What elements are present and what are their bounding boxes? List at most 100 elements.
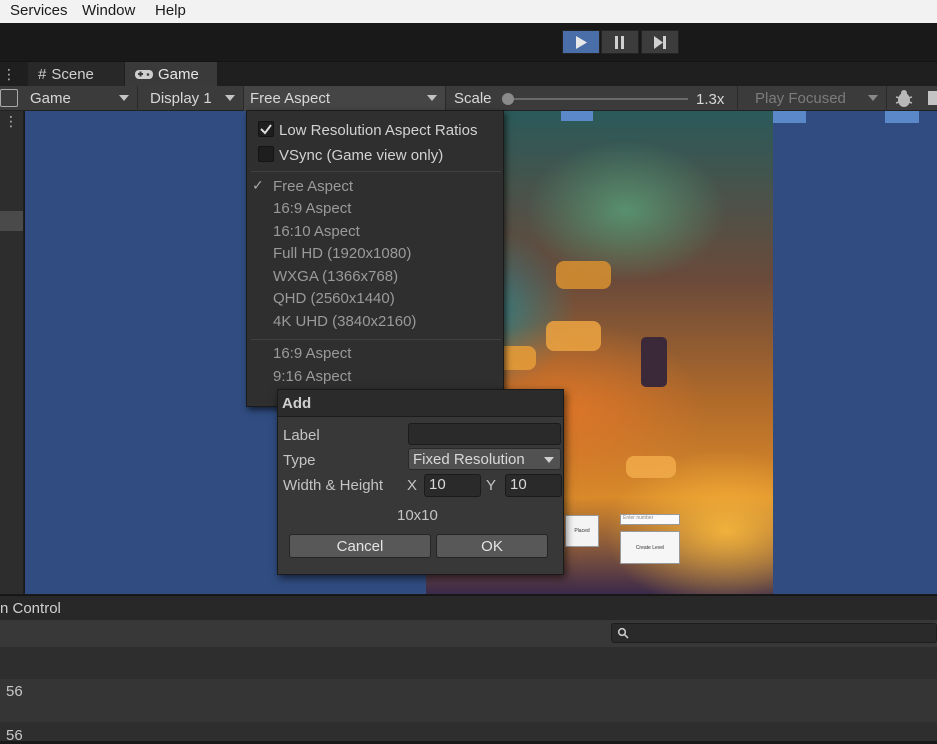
play-toolbar (0, 23, 937, 61)
low-res-checkbox[interactable] (258, 121, 274, 137)
ok-button[interactable]: OK (436, 534, 548, 558)
low-res-label[interactable]: Low Resolution Aspect Ratios (279, 122, 477, 139)
menu-item-wxga[interactable]: WXGA (1366x768) (273, 268, 398, 285)
label-input[interactable] (408, 423, 561, 445)
display-label: Display 1 (150, 90, 212, 107)
menu-services[interactable]: Services (10, 2, 68, 19)
menu-item-4k-uhd[interactable]: 4K UHD (3840x2160) (273, 313, 416, 330)
dialog-title: Add (278, 390, 563, 417)
create-level-button[interactable]: Create Level (620, 531, 680, 564)
menu-item-custom-9-16[interactable]: 9:16 Aspect (273, 368, 351, 385)
chevron-down-icon (225, 95, 235, 101)
menu-item-full-hd[interactable]: Full HD (1920x1080) (273, 245, 411, 262)
search-icon (617, 627, 629, 639)
bottom-panel-tab[interactable]: n Control (0, 600, 61, 617)
checkmark-icon (260, 124, 272, 135)
search-input[interactable] (611, 623, 937, 643)
menu-item-qhd[interactable]: QHD (2560x1440) (273, 290, 395, 307)
type-dropdown[interactable]: Fixed Resolution (408, 448, 561, 470)
ui-tab (772, 111, 806, 123)
cancel-button[interactable]: Cancel (289, 534, 431, 558)
kebab-menu-icon[interactable]: ⋮ (2, 66, 16, 82)
chevron-down-icon (544, 457, 554, 463)
width-input[interactable]: 10 (424, 474, 481, 497)
ok-button-label: OK (481, 537, 503, 555)
x-label: X (407, 477, 418, 494)
step-icon (654, 35, 666, 49)
selected-check-icon: ✓ (252, 177, 264, 193)
tab-scene-label: Scene (51, 66, 94, 83)
chevron-down-icon (427, 95, 437, 101)
stone-platform (556, 261, 611, 289)
y-label: Y (486, 477, 497, 494)
aspect-label: Free Aspect (250, 90, 331, 107)
pause-button[interactable] (601, 30, 639, 54)
height-input[interactable]: 10 (505, 474, 562, 497)
menu-item-16-10[interactable]: 16:10 Aspect (273, 223, 360, 240)
play-icon (576, 35, 587, 49)
scale-slider-track[interactable] (508, 98, 688, 100)
vsync-label[interactable]: VSync (Game view only) (279, 147, 443, 164)
menu-item-custom-16-9[interactable]: 16:9 Aspect (273, 345, 351, 362)
list-row (0, 647, 937, 659)
play-focused-label: Play Focused (755, 90, 846, 107)
list-row[interactable]: 56 (0, 722, 937, 744)
character-sprite (641, 337, 667, 387)
window-tab-bar: ⋮ # Scene Game (0, 61, 937, 87)
menu-separator (251, 171, 501, 172)
step-button[interactable] (641, 30, 679, 54)
scale-label: Scale (454, 90, 492, 107)
scale-control: Scale 1.3x (448, 86, 738, 111)
cancel-button-label: Cancel (336, 537, 384, 555)
list-row (0, 659, 937, 679)
chevron-down-icon (868, 95, 878, 101)
resolution-preview: 10x10 (397, 507, 438, 524)
add-resolution-dialog: Add Label Type Fixed Resolution Width & … (277, 389, 564, 575)
ui-tab (885, 111, 919, 123)
bug-icon[interactable] (894, 89, 914, 109)
play-button[interactable] (562, 30, 600, 54)
aspect-menu: Low Resolution Aspect Ratios VSync (Game… (246, 110, 504, 407)
wh-field-label: Width & Height (283, 477, 384, 494)
game-mode-dropdown[interactable]: Game (24, 86, 138, 111)
tab-game[interactable]: Game (125, 62, 217, 87)
scale-value: 1.3x (696, 91, 725, 108)
kebab-menu-icon[interactable]: ⋮ (4, 113, 18, 130)
selection-highlight (0, 211, 23, 231)
ui-tab (561, 111, 593, 121)
create-level-label: Create Level (635, 544, 665, 551)
left-panel-strip: ⋮ (0, 111, 24, 594)
chevron-down-icon (119, 95, 129, 101)
menu-window[interactable]: Window (82, 2, 135, 19)
gamepad-icon (135, 70, 153, 79)
menu-item-free-aspect[interactable]: Free Aspect (273, 178, 353, 195)
bottom-panel-tabbar: n Control (0, 595, 937, 620)
scale-slider-thumb[interactable] (502, 93, 514, 105)
game-mode-label: Game (30, 90, 71, 107)
vsync-checkbox[interactable] (258, 146, 274, 162)
tab-scene[interactable]: # Scene (28, 62, 124, 87)
number-input[interactable]: Enter number (620, 514, 680, 525)
game-view-toolbar: Game Display 1 Free Aspect Scale 1.3x Pl… (0, 86, 937, 111)
row-value: 56 (6, 683, 23, 700)
display-dropdown[interactable]: Display 1 (144, 86, 244, 111)
pause-icon (615, 35, 624, 49)
menu-separator (251, 339, 501, 340)
placed-button-label: Placed (574, 528, 590, 534)
list-row[interactable]: 56 (0, 679, 937, 722)
type-value: Fixed Resolution (413, 451, 525, 468)
menu-bar: Services Window Help (0, 0, 937, 23)
stats-icon[interactable] (928, 91, 937, 105)
menu-item-16-9[interactable]: 16:9 Aspect (273, 200, 351, 217)
width-value: 10 (429, 476, 446, 493)
maximize-icon[interactable] (0, 89, 18, 107)
number-input-placeholder: Enter number (623, 515, 654, 521)
placed-button[interactable]: Placed (565, 515, 599, 547)
grid-icon: # (38, 66, 47, 83)
menu-help[interactable]: Help (155, 2, 186, 19)
play-focused-dropdown[interactable]: Play Focused (749, 86, 887, 111)
height-value: 10 (510, 476, 527, 493)
aspect-dropdown[interactable]: Free Aspect (244, 86, 446, 111)
type-field-label: Type (283, 452, 316, 469)
tab-game-label: Game (158, 66, 199, 83)
